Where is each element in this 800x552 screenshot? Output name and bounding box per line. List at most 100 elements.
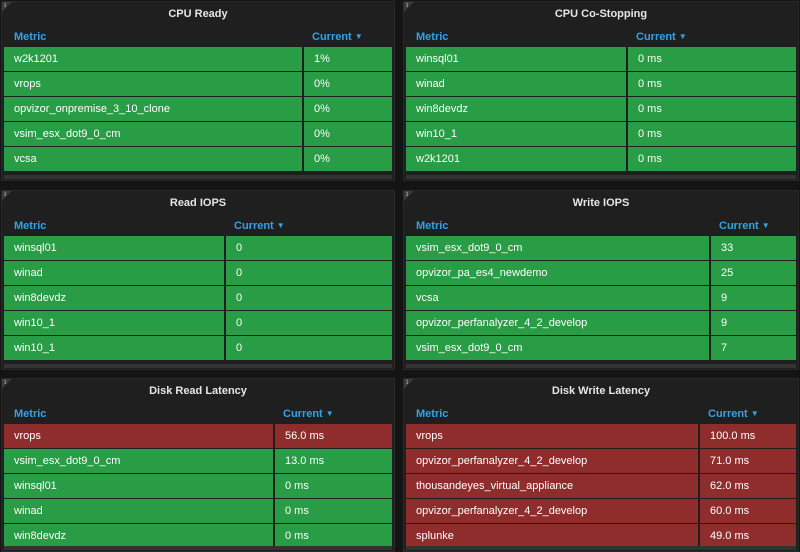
metric-cell: vrops bbox=[406, 424, 698, 448]
table-row[interactable]: win10_1 0 bbox=[4, 336, 392, 360]
metric-cell: thousandeyes_virtual_appliance bbox=[406, 474, 698, 498]
current-value-cell: 62.0 ms bbox=[698, 474, 796, 498]
table-row[interactable]: thousandeyes_virtual_appliance 62.0 ms bbox=[406, 474, 796, 498]
table-row[interactable]: vrops 100.0 ms bbox=[406, 424, 796, 448]
metric-column-header[interactable]: Metric bbox=[14, 27, 46, 47]
metric-cell: winsql01 bbox=[4, 474, 273, 498]
table-row[interactable]: winad 0 ms bbox=[406, 72, 796, 96]
current-value-cell: 13.0 ms bbox=[273, 449, 392, 473]
metric-cell: opvizor_perfanalyzer_4_2_develop bbox=[406, 311, 709, 335]
table-row[interactable]: vsim_esx_dot9_0_cm 7 bbox=[406, 336, 796, 360]
panel-title[interactable]: Write IOPS bbox=[404, 191, 798, 215]
current-column-label: Current bbox=[283, 408, 323, 420]
info-icon[interactable]: i bbox=[2, 379, 12, 389]
current-value-cell: 9 bbox=[709, 286, 796, 310]
current-value-cell: 0 ms bbox=[626, 47, 796, 71]
horizontal-scrollbar[interactable] bbox=[4, 175, 392, 179]
horizontal-scrollbar[interactable] bbox=[406, 546, 796, 550]
metric-cell: win8devdz bbox=[4, 286, 224, 310]
horizontal-scrollbar[interactable] bbox=[406, 175, 796, 179]
table-header: Metric Current ▼ bbox=[2, 27, 394, 47]
metric-column-header[interactable]: Metric bbox=[416, 216, 448, 236]
current-column-header[interactable]: Current ▼ bbox=[312, 27, 363, 47]
metric-cell: vsim_esx_dot9_0_cm bbox=[4, 122, 302, 146]
current-value-cell: 0 ms bbox=[273, 474, 392, 498]
horizontal-scrollbar[interactable] bbox=[4, 364, 392, 368]
table-row[interactable]: win10_1 0 ms bbox=[406, 122, 796, 146]
current-column-header[interactable]: Current ▼ bbox=[719, 216, 770, 236]
table-row[interactable]: winsql01 0 ms bbox=[406, 47, 796, 71]
table-row[interactable]: vsim_esx_dot9_0_cm 13.0 ms bbox=[4, 449, 392, 473]
table-row[interactable]: opvizor_pa_es4_newdemo 25 bbox=[406, 261, 796, 285]
panel-read-iops: i Read IOPS Metric Current ▼ winsql01 0 winad 0 w… bbox=[1, 190, 395, 370]
panel-title[interactable]: Read IOPS bbox=[2, 191, 394, 215]
table-row[interactable]: winsql01 0 bbox=[4, 236, 392, 260]
table-row[interactable]: win8devdz 0 ms bbox=[4, 524, 392, 548]
metric-cell: win10_1 bbox=[4, 336, 224, 360]
info-icon[interactable]: i bbox=[404, 2, 414, 12]
table-row[interactable]: opvizor_perfanalyzer_4_2_develop 71.0 ms bbox=[406, 449, 796, 473]
table-row[interactable]: vcsa 9 bbox=[406, 286, 796, 310]
table-row[interactable]: vsim_esx_dot9_0_cm 33 bbox=[406, 236, 796, 260]
panel-title[interactable]: CPU Co-Stopping bbox=[404, 2, 798, 26]
table-row[interactable]: winsql01 0 ms bbox=[4, 474, 392, 498]
metric-cell: vrops bbox=[4, 72, 302, 96]
table-row[interactable]: vrops 56.0 ms bbox=[4, 424, 392, 448]
info-glyph: i bbox=[4, 190, 7, 198]
table-row[interactable]: win8devdz 0 bbox=[4, 286, 392, 310]
current-value-cell: 0 ms bbox=[626, 122, 796, 146]
table-row[interactable]: vsim_esx_dot9_0_cm 0% bbox=[4, 122, 392, 146]
panel-title[interactable]: Disk Write Latency bbox=[404, 379, 798, 403]
table-row[interactable]: w2k1201 0 ms bbox=[406, 147, 796, 171]
table-header: Metric Current ▼ bbox=[2, 404, 394, 424]
current-column-header[interactable]: Current ▼ bbox=[283, 404, 334, 424]
metric-cell: winsql01 bbox=[4, 236, 224, 260]
metric-column-header[interactable]: Metric bbox=[14, 216, 46, 236]
table-row[interactable]: win10_1 0 bbox=[4, 311, 392, 335]
info-glyph: i bbox=[406, 1, 409, 9]
metric-cell: win10_1 bbox=[4, 311, 224, 335]
info-icon[interactable]: i bbox=[2, 2, 12, 12]
table-row[interactable]: winad 0 ms bbox=[4, 499, 392, 523]
table-row[interactable]: opvizor_perfanalyzer_4_2_develop 9 bbox=[406, 311, 796, 335]
horizontal-scrollbar[interactable] bbox=[4, 546, 392, 550]
metric-column-header[interactable]: Metric bbox=[416, 27, 448, 47]
current-column-header[interactable]: Current ▼ bbox=[636, 27, 687, 47]
info-glyph: i bbox=[4, 1, 7, 9]
current-value-cell: 33 bbox=[709, 236, 796, 260]
caret-down-icon: ▼ bbox=[678, 32, 687, 41]
panel-cpu-co-stopping: i CPU Co-Stopping Metric Current ▼ winsql01 0 … bbox=[403, 1, 799, 181]
table-row[interactable]: w2k1201 1% bbox=[4, 47, 392, 71]
metric-cell: vsim_esx_dot9_0_cm bbox=[406, 236, 709, 260]
table-header: Metric Current ▼ bbox=[2, 216, 394, 236]
info-icon[interactable]: i bbox=[404, 191, 414, 201]
info-icon[interactable]: i bbox=[404, 379, 414, 389]
metric-cell: opvizor_onpremise_3_10_clone bbox=[4, 97, 302, 121]
table-row[interactable]: vrops 0% bbox=[4, 72, 392, 96]
current-column-label: Current bbox=[636, 31, 676, 43]
panel-title[interactable]: Disk Read Latency bbox=[2, 379, 394, 403]
current-value-cell: 49.0 ms bbox=[698, 524, 796, 548]
current-column-header[interactable]: Current ▼ bbox=[234, 216, 285, 236]
table-row[interactable]: winad 0 bbox=[4, 261, 392, 285]
panel-title[interactable]: CPU Ready bbox=[2, 2, 394, 26]
panel-write-iops: i Write IOPS Metric Current ▼ vsim_esx_dot9_0… bbox=[403, 190, 799, 370]
table-row[interactable]: opvizor_onpremise_3_10_clone 0% bbox=[4, 97, 392, 121]
table-row[interactable]: vcsa 0% bbox=[4, 147, 392, 171]
current-value-cell: 25 bbox=[709, 261, 796, 285]
metric-cell: winad bbox=[406, 72, 626, 96]
table-row[interactable]: win8devdz 0 ms bbox=[406, 97, 796, 121]
horizontal-scrollbar[interactable] bbox=[406, 364, 796, 368]
current-column-header[interactable]: Current ▼ bbox=[708, 404, 759, 424]
table-header: Metric Current ▼ bbox=[404, 27, 798, 47]
current-column-label: Current bbox=[312, 31, 352, 43]
metric-cell: opvizor_perfanalyzer_4_2_develop bbox=[406, 449, 698, 473]
table-row[interactable]: splunke 49.0 ms bbox=[406, 524, 796, 548]
metric-column-header[interactable]: Metric bbox=[14, 404, 46, 424]
current-value-cell: 0 ms bbox=[626, 97, 796, 121]
metric-cell: winad bbox=[4, 499, 273, 523]
metric-column-header[interactable]: Metric bbox=[416, 404, 448, 424]
metric-cell: winad bbox=[4, 261, 224, 285]
info-icon[interactable]: i bbox=[2, 191, 12, 201]
table-row[interactable]: opvizor_perfanalyzer_4_2_develop 60.0 ms bbox=[406, 499, 796, 523]
